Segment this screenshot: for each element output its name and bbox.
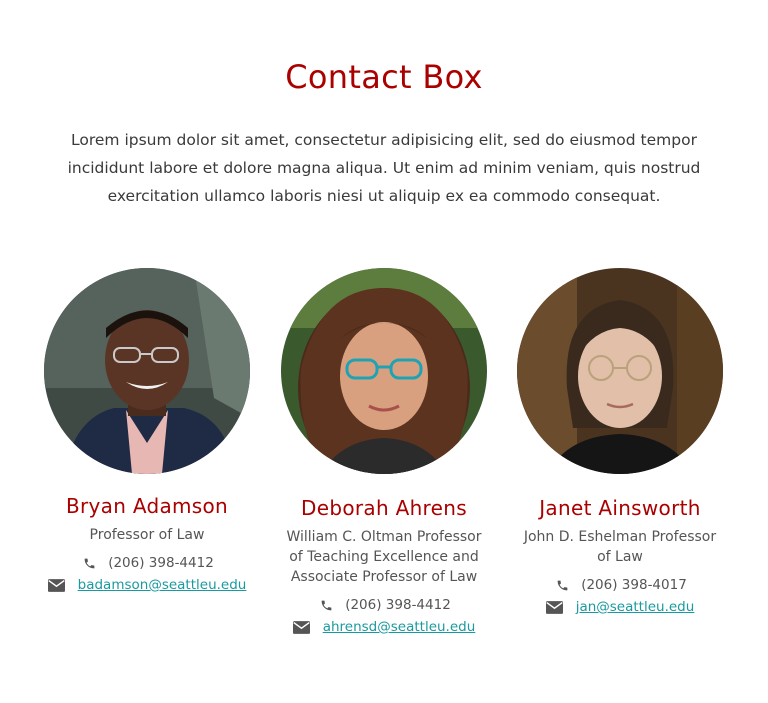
email-link[interactable]: badamson@seattleu.edu [78,577,247,593]
contact-phone: (206) 398-4412 [269,597,499,613]
avatar [44,268,250,474]
phone-number: (206) 398-4017 [581,577,687,593]
contact-phone: (206) 398-4017 [505,577,735,593]
contact-role: Professor of Law [89,527,205,543]
phone-icon [553,579,571,592]
contact-role: William C. Oltman Professor of Teaching … [286,529,482,585]
contact-email: badamson@seattleu.edu [32,577,262,593]
contact-card: Bryan Adamson Professor of Law (206) 398… [32,268,262,593]
phone-icon [80,557,98,570]
contact-phone: (206) 398-4412 [32,555,262,571]
email-link[interactable]: jan@seattleu.edu [576,599,695,615]
contact-name: Deborah Ahrens [301,496,467,520]
page-title: Contact Box [285,58,483,96]
intro-text: Lorem ipsum dolor sit amet, consectetur … [67,131,701,205]
phone-icon [317,599,335,612]
envelope-icon [546,600,564,614]
contact-card: Janet Ainsworth John D. Eshelman Profess… [505,268,735,615]
contact-email: jan@seattleu.edu [505,599,735,615]
contact-name: Bryan Adamson [65,494,229,518]
contact-name: Janet Ainsworth [539,496,701,520]
envelope-icon [48,578,66,592]
phone-number: (206) 398-4412 [345,597,451,613]
envelope-icon [293,620,311,634]
contact-role: John D. Eshelman Professor of Law [523,529,717,565]
contact-card: Deborah Ahrens William C. Oltman Profess… [269,268,499,635]
avatar [281,268,487,474]
email-link[interactable]: ahrensd@seattleu.edu [323,619,476,635]
contact-email: ahrensd@seattleu.edu [269,619,499,635]
phone-number: (206) 398-4412 [108,555,214,571]
avatar [517,268,723,474]
